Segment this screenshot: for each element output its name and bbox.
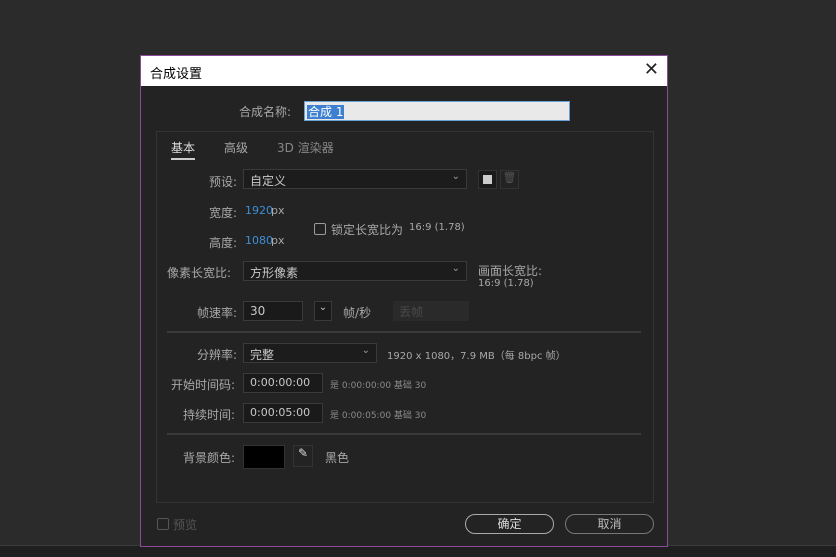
width-value[interactable]: 1920 bbox=[245, 204, 273, 217]
preset-select[interactable]: 自定义 ⌄ bbox=[243, 169, 467, 189]
trash-icon: 🗑 bbox=[502, 171, 517, 184]
composition-settings-dialog: 合成设置 ✕ 合成名称: 合成 1 基本 高级 3D 渲染器 预设: 自定义 ⌄ … bbox=[140, 55, 668, 547]
chevron-down-icon: ⌄ bbox=[318, 302, 328, 313]
resolution-value: 完整 bbox=[250, 348, 275, 362]
pixel-aspect-select[interactable]: 方形像素 ⌄ bbox=[243, 261, 467, 281]
duration-info: 是 0:00:05:00 基础 30 bbox=[330, 411, 427, 421]
preview-label: 预览 bbox=[173, 518, 198, 532]
tab-3d-renderer[interactable]: 3D 渲染器 bbox=[277, 139, 334, 156]
preset-label: 预设: bbox=[209, 175, 238, 189]
preview-checkbox[interactable] bbox=[157, 518, 169, 530]
eyedropper-button[interactable]: ✎ bbox=[293, 445, 313, 467]
tab-advanced[interactable]: 高级 bbox=[224, 139, 248, 156]
chevron-down-icon: ⌄ bbox=[361, 345, 370, 356]
frame-aspect-label: 画面长宽比: bbox=[478, 264, 543, 278]
pixel-aspect-label: 像素长宽比: bbox=[167, 266, 232, 280]
height-value[interactable]: 1080 bbox=[245, 234, 273, 247]
duration-value: 0:00:05:00 bbox=[250, 406, 311, 419]
preset-value: 自定义 bbox=[250, 174, 287, 188]
start-timecode-info: 是 0:00:00:00 基础 30 bbox=[330, 381, 427, 391]
drop-frame-select: 丢帧 bbox=[393, 301, 469, 321]
comp-name-input[interactable]: 合成 1 bbox=[304, 101, 570, 121]
lock-aspect-ratio: 16:9 (1.78) bbox=[409, 222, 465, 233]
width-label: 宽度: bbox=[209, 206, 238, 220]
save-preset-button[interactable] bbox=[478, 170, 497, 189]
bg-color-name: 黑色 bbox=[325, 451, 350, 465]
frame-aspect-value: 16:9 (1.78) bbox=[478, 278, 534, 289]
resolution-info: 1920 x 1080，7.9 MB（每 8bpc 帧） bbox=[387, 351, 566, 362]
tab-basic[interactable]: 基本 bbox=[171, 139, 196, 160]
title-bar: 合成设置 ✕ bbox=[141, 56, 667, 86]
lock-aspect-checkbox[interactable] bbox=[314, 223, 326, 235]
divider bbox=[167, 331, 641, 333]
resolution-select[interactable]: 完整 ⌄ bbox=[243, 343, 377, 363]
comp-name-label: 合成名称: bbox=[239, 105, 292, 119]
pixel-aspect-value: 方形像素 bbox=[250, 266, 299, 280]
dialog-title: 合成设置 bbox=[150, 67, 203, 82]
frame-rate-label: 帧速率: bbox=[197, 306, 238, 320]
chevron-down-icon: ⌄ bbox=[451, 171, 460, 182]
duration-input[interactable]: 0:00:05:00 bbox=[243, 403, 323, 423]
ok-button[interactable]: 确定 bbox=[465, 514, 554, 534]
frame-rate-input[interactable]: 30 bbox=[243, 301, 303, 321]
frame-rate-unit: 帧/秒 bbox=[343, 306, 372, 320]
height-label: 高度: bbox=[209, 236, 238, 250]
bg-color-label: 背景颜色: bbox=[183, 451, 236, 465]
duration-label: 持续时间: bbox=[183, 408, 236, 422]
comp-name-value: 合成 1 bbox=[307, 105, 345, 119]
start-timecode-value: 0:00:00:00 bbox=[250, 376, 311, 389]
delete-preset-button[interactable]: 🗑 bbox=[500, 170, 519, 189]
close-icon[interactable]: ✕ bbox=[644, 59, 659, 80]
frame-rate-value: 30 bbox=[250, 304, 266, 318]
eyedropper-icon: ✎ bbox=[297, 446, 309, 460]
save-icon bbox=[483, 175, 492, 184]
frame-rate-dropdown[interactable]: ⌄ bbox=[314, 301, 332, 321]
width-unit: px bbox=[271, 204, 285, 217]
lock-aspect-label: 锁定长宽比为 bbox=[331, 223, 404, 237]
resolution-label: 分辨率: bbox=[197, 348, 238, 362]
start-timecode-input[interactable]: 0:00:00:00 bbox=[243, 373, 323, 393]
settings-panel: 基本 高级 3D 渲染器 预设: 自定义 ⌄ 🗑 宽度: 1920 px 高度: … bbox=[156, 131, 654, 503]
height-unit: px bbox=[271, 234, 285, 247]
cancel-button[interactable]: 取消 bbox=[565, 514, 654, 534]
drop-frame-value: 丢帧 bbox=[399, 305, 424, 319]
bg-color-swatch[interactable] bbox=[243, 445, 285, 469]
divider bbox=[167, 433, 641, 435]
start-timecode-label: 开始时间码: bbox=[171, 378, 236, 392]
chevron-down-icon: ⌄ bbox=[451, 263, 460, 274]
